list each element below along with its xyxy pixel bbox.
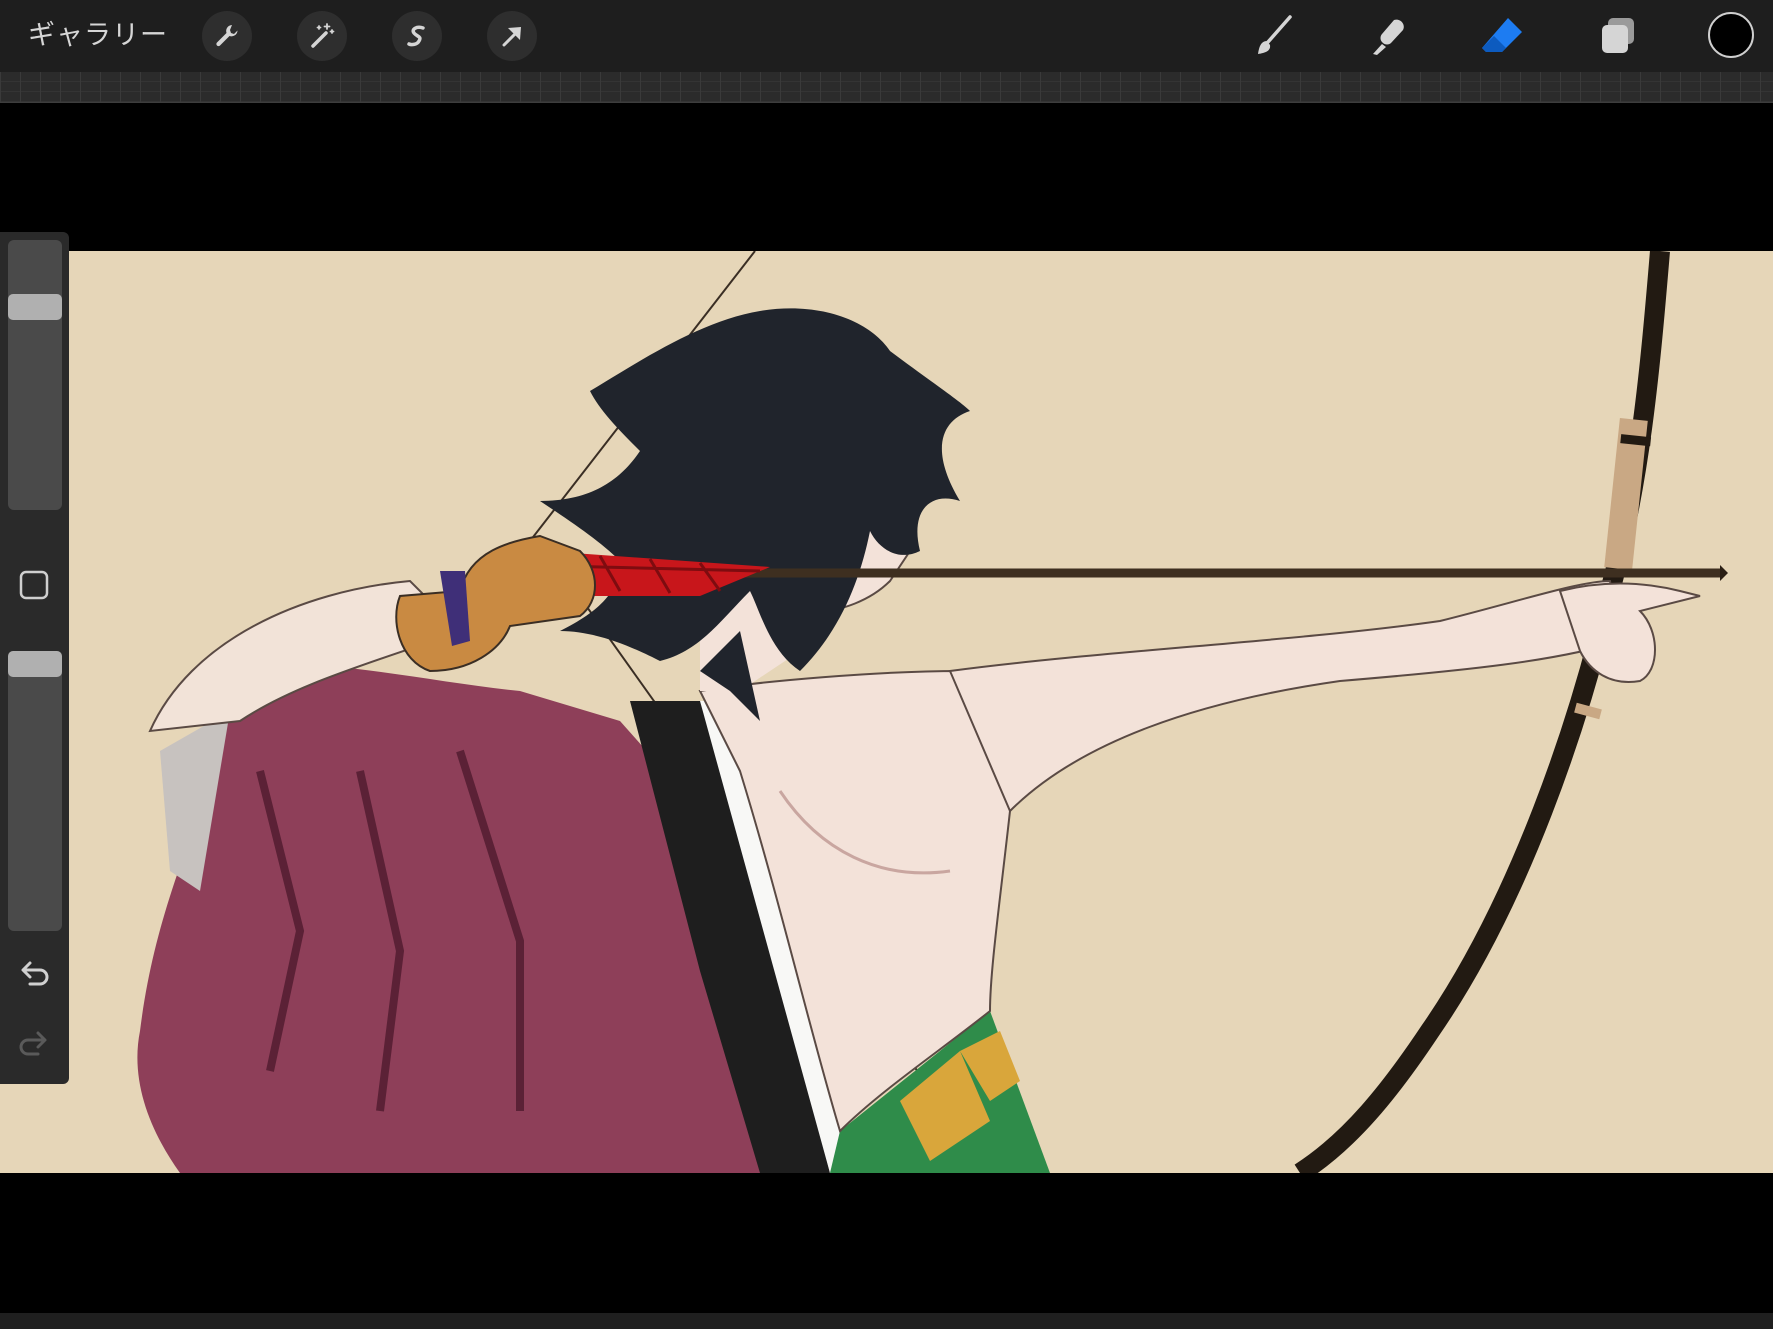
- smudge-icon: [1373, 19, 1404, 55]
- procreate-app: ギャラリー: [0, 0, 1773, 1329]
- brush-icon: [1258, 15, 1292, 54]
- sidebar: [0, 232, 69, 1084]
- brush-size-slider[interactable]: [8, 240, 62, 510]
- selection-button[interactable]: [392, 11, 442, 61]
- redo-icon[interactable]: [16, 1024, 52, 1060]
- eraser-icon: [1482, 18, 1522, 52]
- canvas-ruler: [0, 72, 1773, 103]
- top-toolbar: ギャラリー: [0, 0, 1773, 72]
- adjustments-button[interactable]: [297, 11, 347, 61]
- undo-icon[interactable]: [16, 954, 52, 990]
- color-picker-button[interactable]: [1708, 12, 1754, 58]
- brush-size-handle[interactable]: [8, 293, 62, 320]
- modify-square-icon[interactable]: [18, 569, 50, 601]
- layers-icon: [1602, 18, 1634, 53]
- smudge-tool[interactable]: [1362, 10, 1414, 62]
- wrench-icon: [216, 25, 238, 47]
- transform-button[interactable]: [487, 11, 537, 61]
- drawing-canvas[interactable]: [0, 251, 1773, 1173]
- eraser-tool[interactable]: [1476, 10, 1528, 62]
- magic-wand-icon: [311, 23, 335, 48]
- layers-tool[interactable]: [1592, 10, 1644, 62]
- gallery-button[interactable]: ギャラリー: [28, 14, 168, 58]
- transform-arrow-icon: [502, 27, 521, 47]
- actions-button[interactable]: [202, 11, 252, 61]
- opacity-slider[interactable]: [8, 651, 62, 931]
- opacity-handle[interactable]: [8, 651, 62, 677]
- bottom-bar: [0, 1313, 1773, 1329]
- archer-illustration: [137, 251, 1728, 1173]
- selection-icon: [407, 25, 425, 47]
- brush-tool[interactable]: [1248, 10, 1300, 62]
